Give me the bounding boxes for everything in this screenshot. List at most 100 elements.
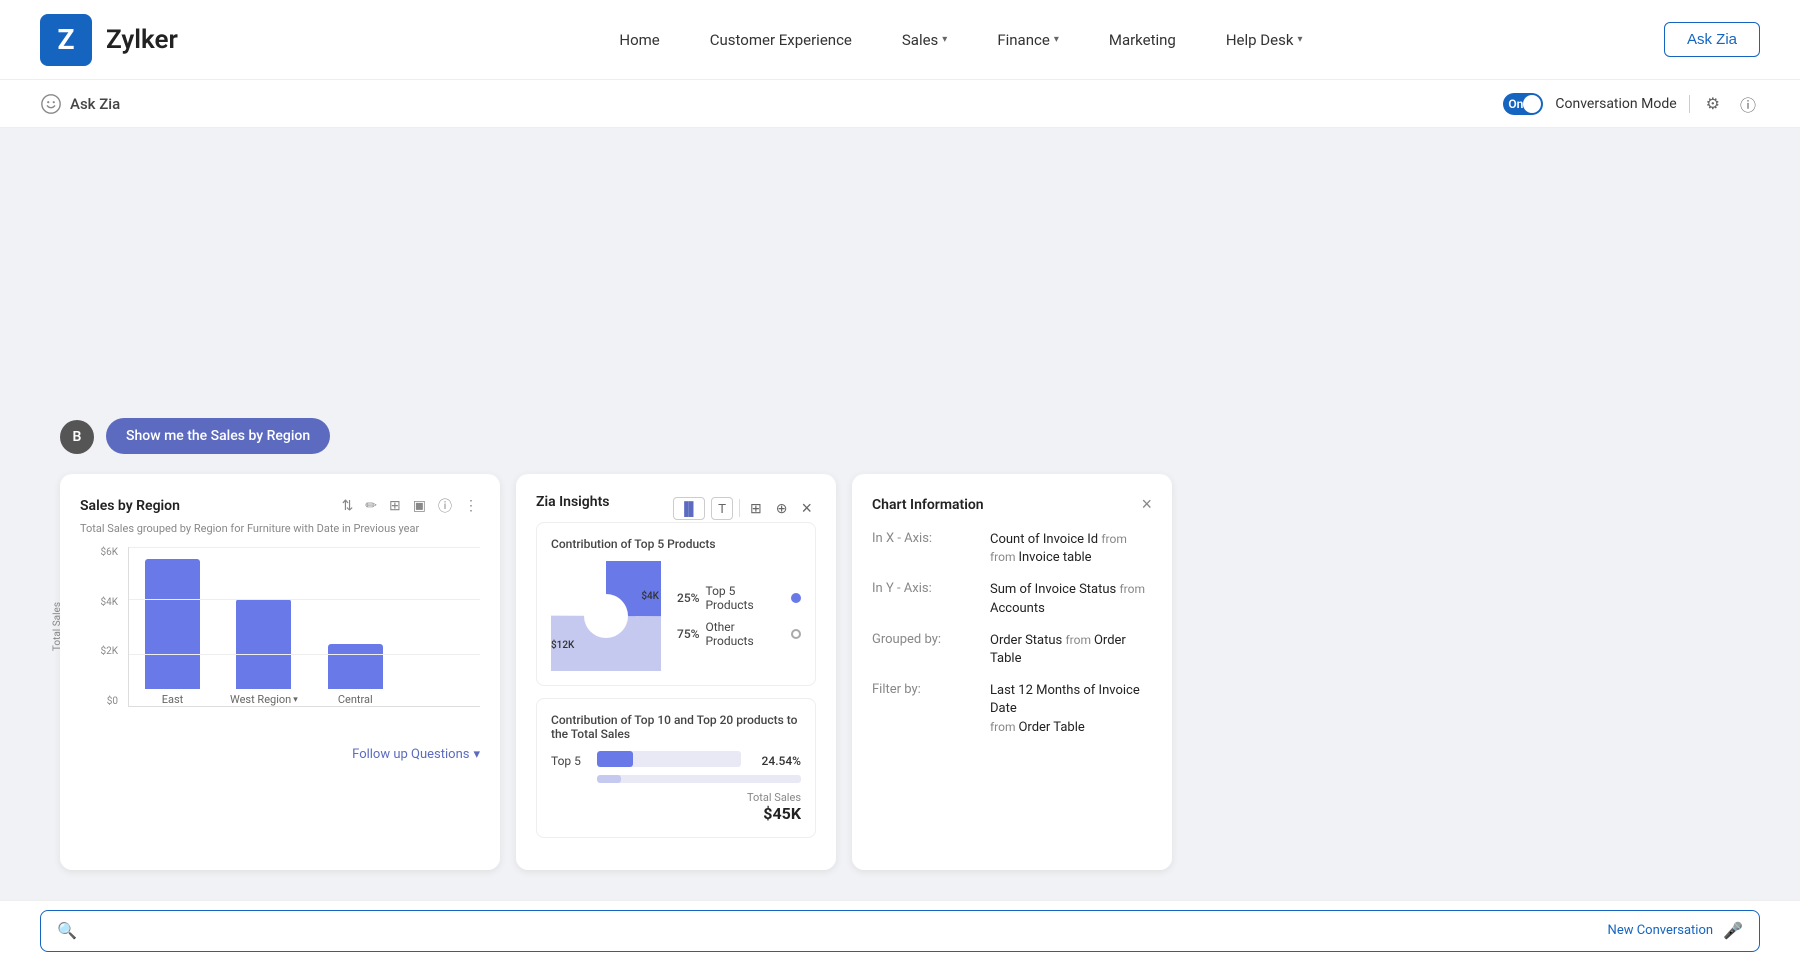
y-label-2k: $2K xyxy=(80,646,124,657)
y-axis-row: In Y - Axis: Sum of Invoice Status from … xyxy=(872,581,1152,617)
grid-icon[interactable]: ⊞ xyxy=(387,496,403,516)
ask-zia-button[interactable]: Ask Zia xyxy=(1664,22,1760,57)
microphone-icon[interactable]: 🎤 xyxy=(1723,921,1743,940)
divider xyxy=(1689,95,1690,113)
legend-top5-pct: 25% xyxy=(677,591,699,605)
table-icon[interactable]: ⊞ xyxy=(746,498,766,519)
y-label-6k: $6K xyxy=(80,547,124,558)
search-input[interactable] xyxy=(87,923,1596,939)
sales-panel-title: Sales by Region xyxy=(80,498,180,514)
main-content: B Show me the Sales by Region Sales by R… xyxy=(0,128,1800,900)
y-axis-title-wrap: Total Sales xyxy=(52,547,63,707)
sort-icon[interactable]: ⇅ xyxy=(340,496,356,516)
globe-icon[interactable]: ⊕ xyxy=(772,498,792,519)
pie-chart: $4K $12K xyxy=(551,561,661,671)
y-axis-value: Sum of Invoice Status from Accounts xyxy=(990,581,1152,617)
grid-line-mid2 xyxy=(129,654,480,655)
zia-insights-panel: Zia Insights ▐▌ T ⊞ ⊕ × Contribution of … xyxy=(516,474,836,870)
sales-panel-toolbar: ⇅ ✏ ⊞ ▣ ⓘ ⋮ xyxy=(340,494,480,518)
logo-box: Z xyxy=(40,14,92,66)
sales-by-region-panel: Sales by Region ⇅ ✏ ⊞ ▣ ⓘ ⋮ Total Sales … xyxy=(60,474,500,870)
top10-top20-section: Contribution of Top 10 and Top 20 produc… xyxy=(536,698,816,838)
top5-pie-title: Contribution of Top 5 Products xyxy=(551,537,801,551)
bottom-bar: 🔍 New Conversation 🎤 xyxy=(0,900,1800,960)
conversation-mode-label: Conversation Mode xyxy=(1555,96,1676,112)
more-icon[interactable]: ⋮ xyxy=(462,496,480,516)
settings-icon[interactable]: ⚙ xyxy=(1702,92,1724,116)
top5-bar-wrap xyxy=(597,751,741,767)
grouped-by-key: Grouped by: xyxy=(872,632,982,647)
brand-name: Zylker xyxy=(106,25,178,55)
top5-bar-fill xyxy=(597,751,633,767)
new-conversation-button[interactable]: New Conversation xyxy=(1608,923,1714,938)
total-sales-label: Total Sales xyxy=(747,791,801,804)
edit-icon[interactable]: ✏ xyxy=(363,496,379,516)
info-circle-icon[interactable]: ⓘ xyxy=(436,494,454,518)
zia-page-title: Ask Zia xyxy=(70,95,120,113)
bar-east: East xyxy=(145,559,200,706)
insights-toolbar: ▐▌ T ⊞ ⊕ × xyxy=(673,496,816,521)
chat-area: B Show me the Sales by Region Sales by R… xyxy=(0,128,1800,900)
grouped-by-value: Order Status from Order Table xyxy=(990,632,1152,668)
y-label-4k: $4K xyxy=(80,597,124,608)
y-axis-key: In Y - Axis: xyxy=(872,581,982,596)
bar-east-fill xyxy=(145,559,200,689)
bar-central-label: Central xyxy=(338,693,373,706)
chart-info-header: Chart Information × xyxy=(872,494,1152,515)
insights-close-icon[interactable]: × xyxy=(797,496,816,521)
legend-top5-label: Top 5 Products xyxy=(705,584,785,612)
conversation-mode-toggle-wrap: On xyxy=(1503,93,1543,115)
total-sales-row: Total Sales $45K xyxy=(551,791,801,823)
user-message-row: B Show me the Sales by Region xyxy=(60,418,1740,454)
subheader-right: On Conversation Mode ⚙ ⓘ xyxy=(1503,90,1760,118)
search-wrap: 🔍 New Conversation 🎤 xyxy=(40,910,1760,952)
toggle-on-label: On xyxy=(1508,97,1523,111)
pie-area: $4K $12K 25% Top 5 Products 75% Ot xyxy=(551,561,801,671)
west-region-arrow[interactable]: ▾ xyxy=(293,695,298,705)
nav-customer-experience[interactable]: Customer Experience xyxy=(710,31,852,49)
legend-others-pct: 75% xyxy=(677,627,699,641)
legend-others-label: Other Products xyxy=(705,620,785,648)
grouped-by-row: Grouped by: Order Status from Order Tabl… xyxy=(872,632,1152,668)
logo-letter: Z xyxy=(58,23,75,56)
nav-sales[interactable]: Sales ▾ xyxy=(902,31,947,49)
bar-east-label: East xyxy=(162,693,184,706)
bar-west: West Region ▾ xyxy=(230,599,298,706)
text-icon[interactable]: T xyxy=(711,497,733,520)
conversation-mode-toggle[interactable]: On xyxy=(1503,93,1543,115)
bars-container: East West Region ▾ Central xyxy=(128,547,480,707)
second-bar-wrap xyxy=(597,775,801,783)
main-nav: Home Customer Experience Sales ▾ Finance… xyxy=(258,31,1664,49)
sales-arrow-icon: ▾ xyxy=(942,34,947,45)
top10-top20-title: Contribution of Top 10 and Top 20 produc… xyxy=(551,713,801,741)
user-message-bubble: Show me the Sales by Region xyxy=(106,418,330,454)
pie-inner-label: $4K xyxy=(641,591,659,602)
chart-info-close-button[interactable]: × xyxy=(1141,494,1152,515)
second-bar-section xyxy=(597,775,801,783)
filter-by-value: Last 12 Months of Invoice Date from Orde… xyxy=(990,682,1152,737)
nav-helpdesk[interactable]: Help Desk ▾ xyxy=(1226,31,1303,49)
nav-home[interactable]: Home xyxy=(619,31,659,49)
chart-info-panel: Chart Information × In X - Axis: Count o… xyxy=(852,474,1172,870)
image-icon[interactable]: ▣ xyxy=(411,496,428,516)
y-axis-labels: $6K $4K $2K $0 xyxy=(80,547,124,707)
bar-west-label: West Region ▾ xyxy=(230,693,298,706)
bar-chart-icon[interactable]: ▐▌ xyxy=(673,497,705,520)
bar-west-fill xyxy=(236,599,291,689)
top5-pie-section: Contribution of Top 5 Products xyxy=(536,522,816,686)
zia-icon xyxy=(40,93,62,115)
search-icon: 🔍 xyxy=(57,921,77,940)
finance-arrow-icon: ▾ xyxy=(1054,34,1059,45)
total-sales-value: $45K xyxy=(747,804,801,823)
grid-line-top xyxy=(129,547,480,548)
grid-line-mid1 xyxy=(129,599,480,600)
nav-finance[interactable]: Finance ▾ xyxy=(997,31,1059,49)
legend-top5-dot xyxy=(791,593,801,603)
nav-marketing[interactable]: Marketing xyxy=(1109,31,1176,49)
insights-header: Zia Insights ▐▌ T ⊞ ⊕ × xyxy=(536,494,816,522)
y-label-0: $0 xyxy=(80,696,124,707)
x-axis-key: In X - Axis: xyxy=(872,531,982,546)
help-icon[interactable]: ⓘ xyxy=(1736,90,1760,118)
follow-up-questions[interactable]: Follow up Questions ▾ xyxy=(80,747,480,762)
y-axis-title: Total Sales xyxy=(52,602,63,651)
